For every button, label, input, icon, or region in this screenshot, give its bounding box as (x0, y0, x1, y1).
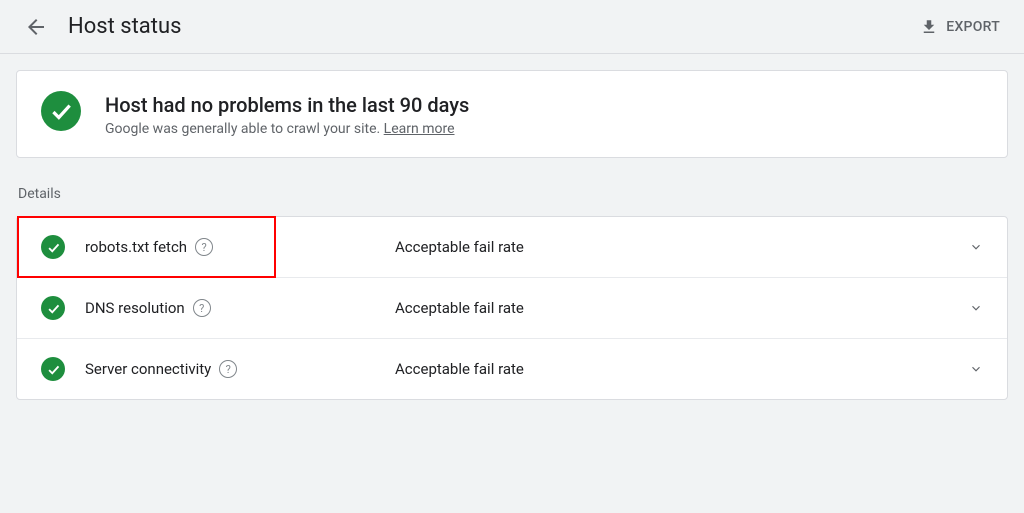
detail-row-dns[interactable]: DNS resolution ? Acceptable fail rate (17, 278, 1007, 339)
export-label: EXPORT (946, 19, 1000, 35)
details-section-label: Details (16, 186, 1008, 202)
help-icon[interactable]: ? (195, 238, 213, 256)
summary-text: Host had no problems in the last 90 days… (105, 91, 469, 137)
learn-more-link[interactable]: Learn more (384, 121, 455, 137)
checkmark-icon (46, 301, 61, 316)
detail-row-server[interactable]: Server connectivity ? Acceptable fail ra… (17, 339, 1007, 399)
summary-card: Host had no problems in the last 90 days… (16, 70, 1008, 158)
checkmark-icon (46, 240, 61, 255)
chevron-down-icon (969, 301, 983, 315)
export-button[interactable]: EXPORT (920, 18, 1000, 36)
detail-status: Acceptable fail rate (395, 238, 969, 256)
detail-label-group: robots.txt fetch ? (85, 238, 395, 256)
checkmark-icon (48, 98, 74, 124)
summary-title: Host had no problems in the last 90 days (105, 93, 469, 117)
detail-label: Server connectivity (85, 360, 211, 378)
download-icon (920, 18, 938, 36)
detail-row-robots[interactable]: robots.txt fetch ? Acceptable fail rate (17, 217, 1007, 278)
detail-status: Acceptable fail rate (395, 299, 969, 317)
detail-label: robots.txt fetch (85, 238, 187, 256)
help-icon[interactable]: ? (193, 299, 211, 317)
back-arrow-button[interactable] (24, 15, 48, 39)
check-circle-icon (41, 296, 65, 320)
chevron-down-icon (969, 240, 983, 254)
header: Host status EXPORT (0, 0, 1024, 54)
detail-status: Acceptable fail rate (395, 360, 969, 378)
checkmark-icon (46, 362, 61, 377)
check-circle-icon (41, 91, 81, 131)
page-title: Host status (68, 14, 181, 39)
chevron-down-icon (969, 362, 983, 376)
header-left: Host status (24, 14, 181, 39)
check-circle-icon (41, 357, 65, 381)
check-circle-icon (41, 235, 65, 259)
summary-subtitle: Google was generally able to crawl your … (105, 121, 469, 137)
detail-label-group: Server connectivity ? (85, 360, 395, 378)
detail-label-group: DNS resolution ? (85, 299, 395, 317)
details-list: robots.txt fetch ? Acceptable fail rate … (16, 216, 1008, 400)
arrow-left-icon (24, 15, 48, 39)
help-icon[interactable]: ? (219, 360, 237, 378)
content: Host had no problems in the last 90 days… (0, 54, 1024, 416)
detail-label: DNS resolution (85, 299, 185, 317)
summary-subtitle-text: Google was generally able to crawl your … (105, 121, 384, 137)
